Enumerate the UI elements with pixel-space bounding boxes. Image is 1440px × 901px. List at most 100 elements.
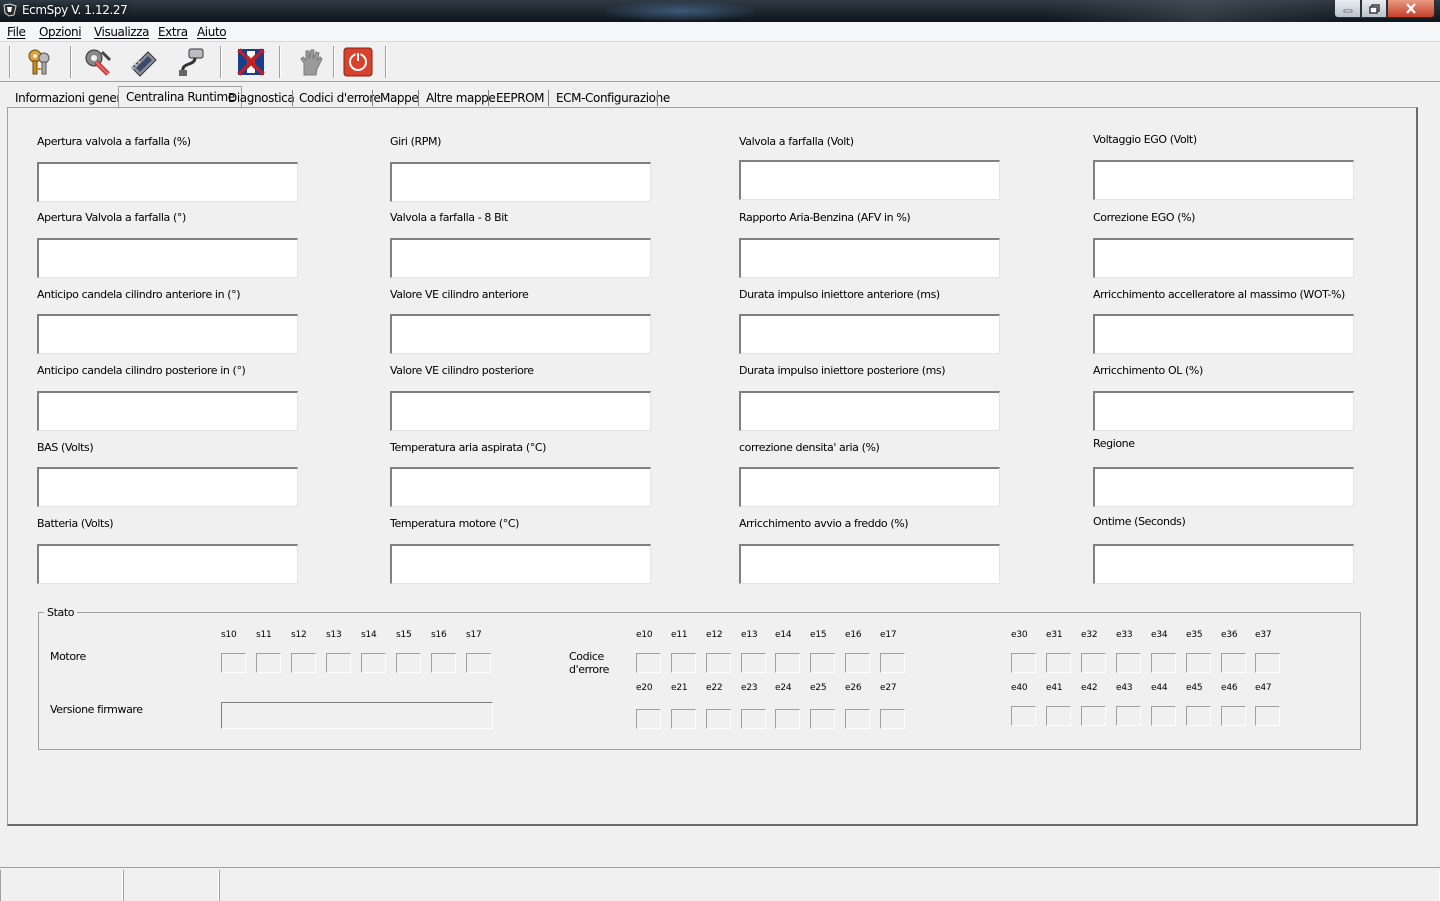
maximize-button[interactable] xyxy=(1361,0,1387,18)
ego-voltage-field[interactable] xyxy=(1093,160,1354,200)
throttle-8bit-field[interactable] xyxy=(390,238,651,278)
status-bit-indicator xyxy=(431,653,456,673)
connection-button[interactable] xyxy=(174,45,208,79)
menu-file[interactable]: File xyxy=(7,25,26,39)
error-bit-indicator xyxy=(1011,653,1036,673)
settings-wrench-icon xyxy=(85,49,112,76)
tab-separator xyxy=(418,90,419,106)
error-bit-label: e26 xyxy=(845,683,862,693)
error-bit-label: e24 xyxy=(775,683,792,693)
toolbar-separator xyxy=(279,46,281,78)
tab-diagnostica[interactable]: Diagnostica xyxy=(228,88,295,108)
error-bit-indicator xyxy=(1151,706,1176,726)
ol-enrichment-field[interactable] xyxy=(1093,391,1354,431)
error-bit-label: e20 xyxy=(636,683,653,693)
status-bit-label: s15 xyxy=(396,630,412,640)
keys-button[interactable] xyxy=(22,45,56,79)
error-bit-indicator xyxy=(880,709,905,729)
tab-informazioni-generali[interactable]: Informazioni generali xyxy=(15,88,134,108)
minimize-button[interactable] xyxy=(1334,0,1361,18)
ecm-button[interactable] xyxy=(127,45,161,79)
tab-mappe[interactable]: Mappe xyxy=(380,88,419,108)
status-bit-label: s11 xyxy=(256,630,272,640)
error-bit-label: e14 xyxy=(775,630,792,640)
afv-field[interactable] xyxy=(739,238,1000,278)
status-bar-panel xyxy=(123,870,219,901)
field-label: Giri (RPM) xyxy=(390,135,442,148)
error-bit-label: e10 xyxy=(636,630,653,640)
menu-aiuto[interactable]: Aiuto xyxy=(197,25,227,39)
ve-front-field[interactable] xyxy=(390,314,651,354)
status-bit-label: s14 xyxy=(361,630,377,640)
field-label: Regione xyxy=(1093,437,1135,450)
ego-correction-field[interactable] xyxy=(1093,238,1354,278)
flag-button[interactable] xyxy=(234,45,268,79)
field-label: Anticipo candela cilindro anteriore in (… xyxy=(37,288,241,301)
spark-advance-front-field[interactable] xyxy=(37,314,298,354)
flag-icon xyxy=(237,48,265,76)
tab-codici-errore[interactable]: Codici d'errore xyxy=(299,88,381,108)
error-bit-indicator xyxy=(1186,653,1211,673)
ve-rear-field[interactable] xyxy=(390,391,651,431)
tab-separator xyxy=(657,90,658,106)
close-icon xyxy=(1406,3,1416,14)
status-bit-label: s17 xyxy=(466,630,482,640)
error-bit-indicator xyxy=(1186,706,1211,726)
close-button[interactable] xyxy=(1387,0,1435,18)
error-bit-indicator xyxy=(1221,706,1246,726)
error-bit-indicator xyxy=(741,709,766,729)
error-bit-label: e15 xyxy=(810,630,827,640)
tab-separator xyxy=(488,90,489,106)
bas-volts-field[interactable] xyxy=(37,467,298,507)
menu-extra[interactable]: Extra xyxy=(158,25,188,39)
rpm-field[interactable] xyxy=(390,162,651,202)
cold-start-enrichment-field[interactable] xyxy=(739,544,1000,584)
toolbar xyxy=(0,42,1440,82)
error-bit-indicator xyxy=(1046,653,1071,673)
region-field[interactable] xyxy=(1093,467,1354,507)
field-label: Valore VE cilindro posteriore xyxy=(390,364,534,377)
throttle-degree-field[interactable] xyxy=(37,238,298,278)
error-bit-indicator xyxy=(1116,653,1141,673)
status-bit-label: s16 xyxy=(431,630,447,640)
power-button[interactable] xyxy=(341,45,375,79)
settings-button[interactable] xyxy=(81,45,115,79)
throttle-volt-field[interactable] xyxy=(739,160,1000,200)
tab-altre-mappe[interactable]: Altre mappe xyxy=(426,88,496,108)
engine-temp-field[interactable] xyxy=(390,544,651,584)
error-bit-indicator xyxy=(810,709,835,729)
intake-air-temp-field[interactable] xyxy=(390,467,651,507)
tab-strip: Informazioni generali Centralina Runtime… xyxy=(0,86,1440,108)
hand-button[interactable] xyxy=(293,45,327,79)
error-bit-label: e35 xyxy=(1186,630,1203,640)
toolbar-separator xyxy=(70,46,72,78)
window-title: EcmSpy V. 1.12.27 xyxy=(22,3,128,17)
error-bit-label: e16 xyxy=(845,630,862,640)
motore-label: Motore xyxy=(50,650,86,663)
tab-centralina-runtime[interactable]: Centralina Runtime xyxy=(118,86,242,108)
codice-label: Codice xyxy=(569,650,604,663)
field-label: Durata impulso iniettore anteriore (ms) xyxy=(739,288,940,301)
error-bit-indicator xyxy=(845,653,870,673)
error-bit-label: e44 xyxy=(1151,683,1168,693)
throttle-percent-field[interactable] xyxy=(37,162,298,202)
error-bit-indicator xyxy=(1255,653,1280,673)
battery-volts-field[interactable] xyxy=(37,544,298,584)
error-bit-indicator xyxy=(1221,653,1246,673)
error-bit-indicator xyxy=(636,709,661,729)
ontime-field[interactable] xyxy=(1093,544,1354,584)
menu-visualizza[interactable]: Visualizza xyxy=(94,25,150,39)
status-bit-label: s13 xyxy=(326,630,342,640)
error-bit-indicator xyxy=(1116,706,1141,726)
wot-enrichment-field[interactable] xyxy=(1093,314,1354,354)
injector-pulse-rear-field[interactable] xyxy=(739,391,1000,431)
air-density-correction-field[interactable] xyxy=(739,467,1000,507)
injector-pulse-front-field[interactable] xyxy=(739,314,1000,354)
tab-ecm-configurazione[interactable]: ECM-Configurazione xyxy=(556,88,670,108)
title-bar: EcmSpy V. 1.12.27 xyxy=(0,0,1440,22)
menu-opzioni[interactable]: Opzioni xyxy=(39,25,82,39)
spark-advance-rear-field[interactable] xyxy=(37,391,298,431)
hand-icon xyxy=(300,49,323,76)
field-label: BAS (Volts) xyxy=(37,441,94,454)
tab-eeprom[interactable]: EEPROM xyxy=(496,88,545,108)
